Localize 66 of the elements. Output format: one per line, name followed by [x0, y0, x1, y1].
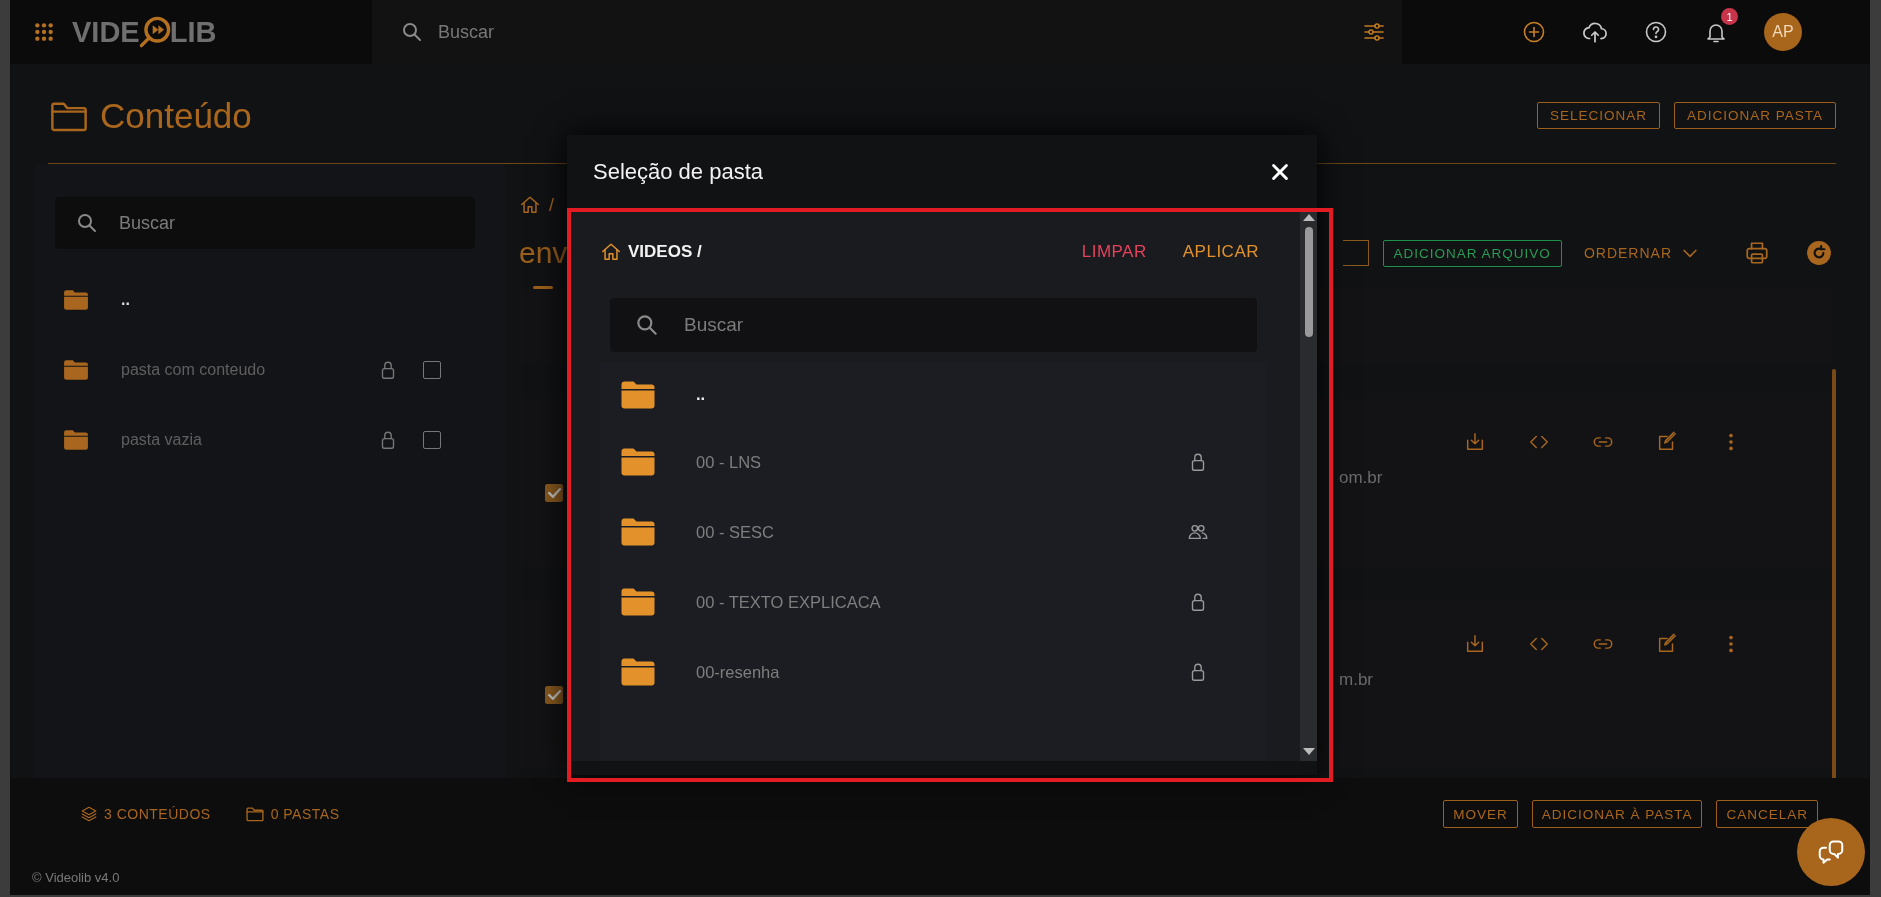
- help-icon[interactable]: [1644, 20, 1668, 44]
- layers-icon: [80, 805, 98, 823]
- content-url: om.br: [1339, 468, 1384, 488]
- search-field[interactable]: Buscar: [610, 298, 1257, 352]
- notification-badge: 1: [1721, 8, 1738, 25]
- dialog-title: Seleção de pasta: [593, 158, 765, 185]
- sort-dropdown[interactable]: ORDERNAR: [1575, 243, 1708, 263]
- home-icon[interactable]: [600, 241, 622, 263]
- checkbox[interactable]: [423, 361, 441, 379]
- refresh-icon[interactable]: [1806, 240, 1832, 266]
- search-icon: [75, 211, 99, 235]
- scroll-down-arrow[interactable]: [1302, 748, 1315, 755]
- scrollbar-thumb[interactable]: [1832, 369, 1836, 778]
- scrollbar-thumb[interactable]: [1304, 227, 1313, 337]
- folder-name[interactable]: pasta com conteudo: [121, 361, 377, 379]
- folder-name[interactable]: 00 - TEXTO EXPLICACA: [696, 592, 1187, 612]
- download-icon[interactable]: [1464, 431, 1486, 453]
- download-icon[interactable]: [1464, 633, 1486, 655]
- folder-name[interactable]: 00 - LNS: [696, 452, 1187, 472]
- edit-icon[interactable]: [1656, 633, 1678, 655]
- logo-text: VIDE: [72, 15, 140, 49]
- breadcrumb[interactable]: VIDEOS /: [628, 242, 1054, 262]
- search-icon: [400, 20, 424, 44]
- toolbar-button[interactable]: [1342, 240, 1369, 266]
- add-file-button[interactable]: ADICIONAR ARQUIVO: [1382, 239, 1562, 267]
- folder-name[interactable]: pasta vazia: [121, 431, 377, 449]
- checkbox[interactable]: [545, 484, 563, 502]
- search-field[interactable]: Buscar: [372, 0, 1402, 64]
- filter-icon[interactable]: [1362, 20, 1386, 44]
- check-icon: [547, 690, 561, 700]
- logo-text: LIB: [169, 15, 217, 49]
- page-title: Conteúdo: [100, 95, 253, 136]
- parent-folder-link[interactable]: ..: [121, 291, 377, 309]
- folder-name[interactable]: 00 - SESC: [696, 522, 1187, 542]
- scroll-up-arrow[interactable]: [1302, 214, 1315, 221]
- folder-icon[interactable]: [63, 427, 89, 453]
- header-button[interactable]: ADICIONAR PASTA: [1673, 102, 1836, 129]
- checkbox[interactable]: [545, 686, 563, 704]
- breadcrumb-separator: /: [549, 194, 554, 216]
- footer-button[interactable]: MOVER: [1443, 800, 1518, 828]
- parent-folder-link[interactable]: ..: [696, 385, 1267, 404]
- folder-icon[interactable]: [63, 357, 89, 383]
- folders-count: 0 PASTAS: [270, 806, 340, 822]
- home-icon[interactable]: [519, 194, 541, 216]
- printer-icon[interactable]: [1744, 240, 1770, 266]
- add-icon[interactable]: [1522, 20, 1546, 44]
- folder-name[interactable]: 00-resenha: [696, 662, 1187, 682]
- content-url: m.br: [1339, 670, 1374, 690]
- checkbox[interactable]: [423, 431, 441, 449]
- copyright-text: © Videolib v4.0: [32, 870, 120, 885]
- chat-icon: [1816, 837, 1846, 867]
- contents-count: 3 CONTEÚDOS: [104, 806, 211, 822]
- apps-grid-icon[interactable]: [34, 22, 54, 42]
- user-avatar[interactable]: AP: [1764, 13, 1802, 51]
- search-icon: [634, 312, 660, 338]
- logo-magnifier-icon: [137, 15, 172, 49]
- header-button[interactable]: SELECIONAR: [1536, 102, 1660, 129]
- folder-icon[interactable]: [63, 287, 89, 313]
- folder-title: env: [519, 236, 568, 270]
- clear-button[interactable]: LIMPAR: [1073, 238, 1155, 266]
- search-field[interactable]: Buscar: [55, 197, 475, 249]
- tab-indicator: [533, 286, 553, 289]
- edit-icon[interactable]: [1656, 431, 1678, 453]
- apply-button[interactable]: APLICAR: [1174, 238, 1267, 266]
- footer-button[interactable]: ADICIONAR À PASTA: [1531, 800, 1703, 828]
- check-icon: [547, 488, 561, 498]
